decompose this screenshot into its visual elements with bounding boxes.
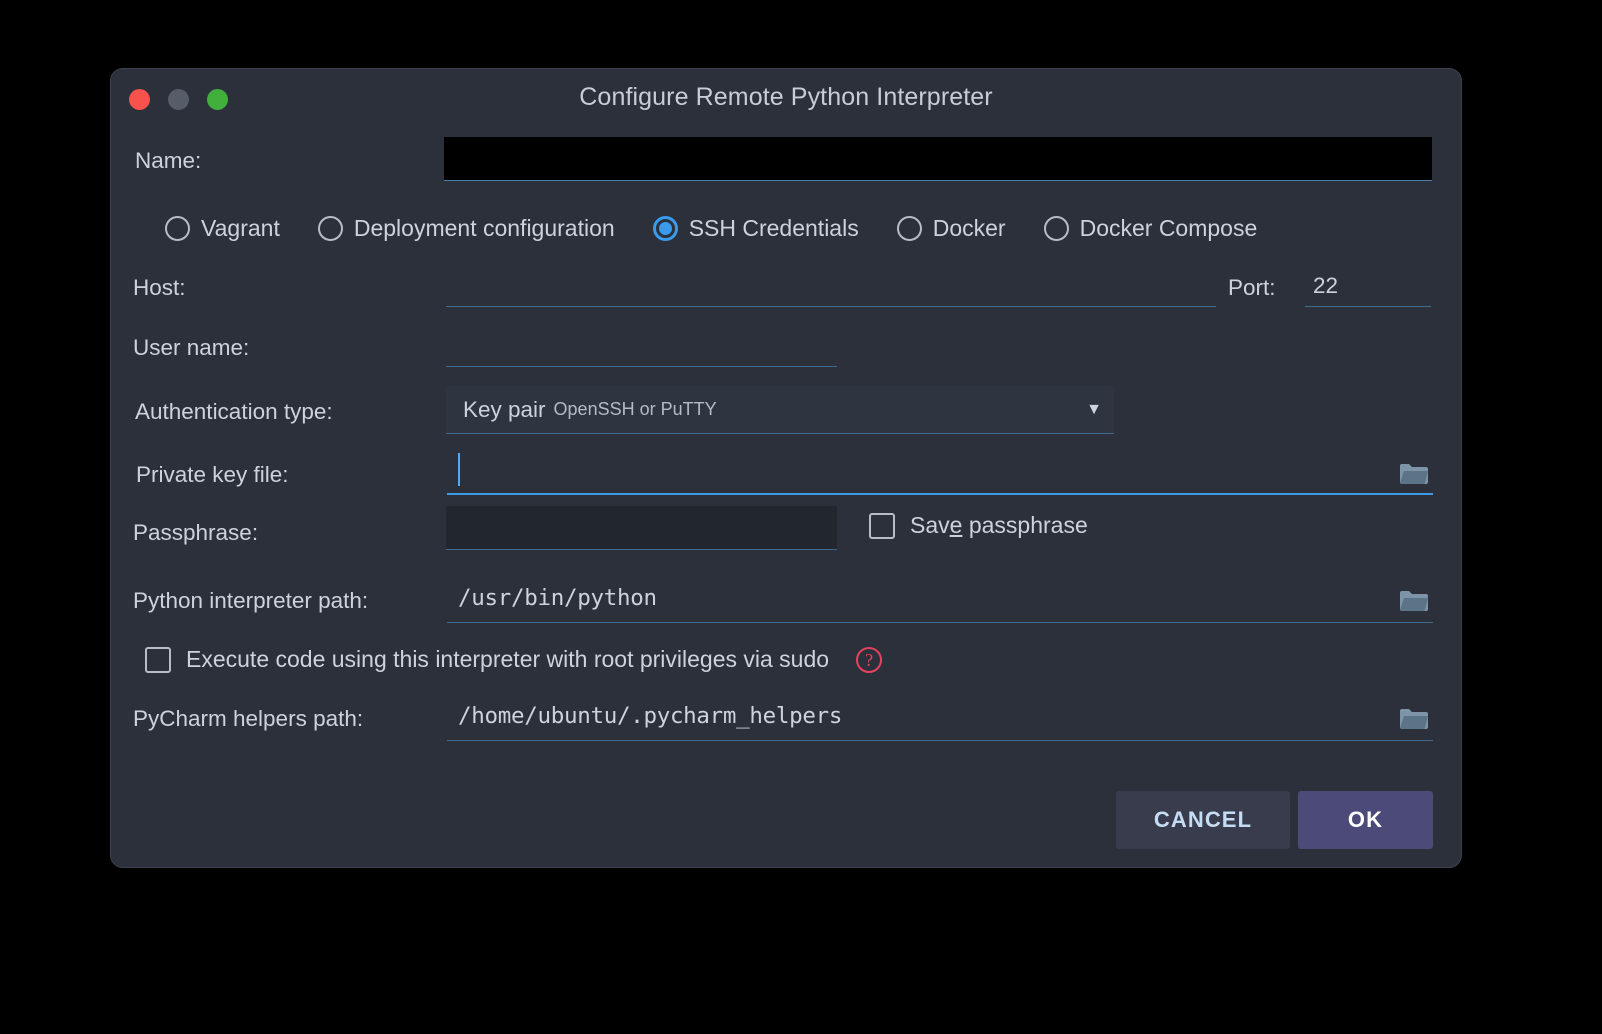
radio-option-ssh-credentials[interactable]: SSH Credentials [652,215,859,242]
user-name-input[interactable] [446,329,837,367]
checkbox-icon [869,512,895,539]
radio-option-vagrant[interactable]: Vagrant [165,215,280,242]
authentication-type-value: Key pair [463,396,546,422]
name-input[interactable] [444,137,1432,181]
pycharm-helpers-path-value: /home/ubuntu/.pycharm_helpers [458,703,843,729]
port-input[interactable]: 22 [1305,269,1431,307]
ok-button[interactable]: OK [1298,791,1433,849]
python-interpreter-path-label: Python interpreter path: [133,588,369,613]
radio-icon [896,216,922,241]
save-passphrase-label: Save passphrase [910,512,1088,539]
connection-type-radio-group: Vagrant Deployment configuration SSH Cre… [111,215,1461,242]
radio-label: Vagrant [201,215,280,241]
pycharm-helpers-path-label: PyCharm helpers path: [133,706,364,731]
pycharm-helpers-path-input[interactable]: /home/ubuntu/.pycharm_helpers [447,697,1433,741]
python-interpreter-path-value: /usr/bin/python [458,585,657,611]
browse-folder-icon-helpers-path[interactable] [1399,706,1429,731]
radio-icon [317,216,343,241]
browse-folder-icon-python-interpreter[interactable] [1399,588,1429,613]
radio-label: Docker [932,215,1006,241]
host-input[interactable] [446,269,1216,307]
help-question-icon[interactable]: ? [856,646,883,673]
host-label: Host: [133,275,186,300]
checkbox-icon [145,646,171,673]
radio-label: Deployment configuration [353,215,615,241]
sudo-checkbox[interactable]: Execute code using this interpreter with… [145,646,829,673]
radio-icon-selected [652,216,678,241]
radio-label: Docker Compose [1079,215,1258,241]
dialog-title: Configure Remote Python Interpreter [579,83,993,111]
radio-icon [165,216,190,241]
label-mnemonic: e [949,512,963,538]
text-caret [458,453,460,486]
authentication-type-value-detail: OpenSSH or PuTTY [553,399,717,419]
private-key-file-input[interactable] [447,447,1433,495]
chevron-down-icon: ▼ [1086,400,1102,418]
save-passphrase-checkbox[interactable]: Save passphrase [869,512,1088,539]
radio-option-docker-compose[interactable]: Docker Compose [1043,215,1258,242]
authentication-type-select[interactable]: Key pair OpenSSH or PuTTY ▼ [446,386,1114,434]
dialog-titlebar: Configure Remote Python Interpreter [111,69,1461,127]
python-interpreter-path-input[interactable]: /usr/bin/python [447,579,1433,623]
port-label: Port: [1228,275,1276,300]
radio-icon [1043,216,1069,241]
browse-folder-icon-private-key[interactable] [1399,461,1429,486]
private-key-file-label: Private key file: [136,462,289,487]
sudo-checkbox-row: Execute code using this interpreter with… [145,646,883,673]
configure-remote-python-interpreter-dialog: Configure Remote Python Interpreter Name… [110,68,1462,868]
label-part: Sav [910,512,950,538]
cancel-button[interactable]: CANCEL [1116,791,1290,849]
radio-option-deployment-configuration[interactable]: Deployment configuration [317,215,615,242]
radio-label: SSH Credentials [688,215,859,241]
sudo-label: Execute code using this interpreter with… [186,646,830,672]
user-name-label: User name: [133,335,250,360]
passphrase-input[interactable] [446,506,837,550]
name-label: Name: [135,148,202,173]
authentication-type-label: Authentication type: [135,399,333,424]
passphrase-label: Passphrase: [133,520,259,545]
port-value: 22 [1313,273,1339,298]
radio-option-docker[interactable]: Docker [896,215,1006,242]
label-part: passphrase [962,512,1088,538]
